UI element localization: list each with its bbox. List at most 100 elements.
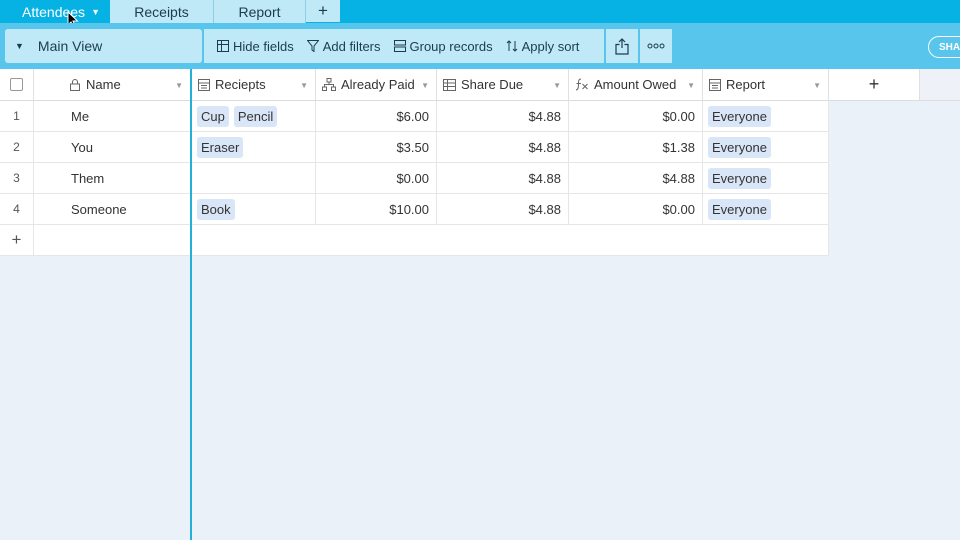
cell-report[interactable]: Everyone bbox=[703, 194, 829, 225]
column-header-name[interactable]: Name ▼ bbox=[34, 69, 191, 101]
share-button-label: SHA bbox=[939, 41, 960, 53]
linked-record-chip[interactable]: Everyone bbox=[708, 136, 771, 158]
tab-report[interactable]: Report bbox=[214, 0, 306, 23]
rollup-icon bbox=[322, 78, 336, 91]
grid-icon bbox=[217, 40, 229, 52]
cell-name-value: You bbox=[71, 139, 93, 155]
sort-icon bbox=[506, 40, 517, 52]
group-icon bbox=[393, 40, 406, 52]
add-record-row[interactable] bbox=[34, 225, 829, 256]
column-receipts-label: Reciepts bbox=[215, 77, 266, 92]
row-number[interactable]: 2 bbox=[0, 132, 34, 163]
add-table-button[interactable]: + bbox=[306, 0, 340, 22]
linked-record-chip[interactable]: Everyone bbox=[708, 105, 771, 127]
cell-name[interactable]: You bbox=[34, 132, 191, 163]
more-options-button[interactable] bbox=[640, 29, 672, 63]
chevron-down-icon[interactable]: ▼ bbox=[553, 81, 561, 90]
add-filters-button[interactable]: Add filters bbox=[306, 38, 381, 54]
cell-already-paid-value: $10.00 bbox=[389, 201, 429, 217]
cell-name-value: Someone bbox=[71, 201, 127, 217]
cell-name[interactable]: Them bbox=[34, 163, 191, 194]
lock-icon bbox=[70, 78, 80, 91]
more-icon bbox=[647, 43, 665, 49]
row-number-value: 4 bbox=[13, 202, 20, 216]
linked-record-chip[interactable]: Eraser bbox=[197, 136, 244, 158]
plus-icon: + bbox=[11, 230, 22, 249]
cell-share-due[interactable]: $4.88 bbox=[437, 132, 569, 163]
cell-share-due-value: $4.88 bbox=[528, 139, 561, 155]
chevron-down-icon[interactable]: ▼ bbox=[175, 81, 183, 90]
cell-already-paid[interactable]: $0.00 bbox=[316, 163, 437, 194]
cell-share-due[interactable]: $4.88 bbox=[437, 194, 569, 225]
column-header-amount-owed[interactable]: Amount Owed ▼ bbox=[569, 69, 703, 101]
view-tools: Hide fields Add filters Group records Ap… bbox=[204, 29, 604, 63]
column-report-label: Report bbox=[726, 77, 766, 92]
filter-icon bbox=[306, 40, 319, 52]
column-share-due-label: Share Due bbox=[461, 77, 524, 92]
lookup-icon bbox=[443, 78, 456, 91]
plus-icon: + bbox=[318, 1, 328, 20]
plus-icon: + bbox=[868, 74, 880, 94]
cell-amount-owed[interactable]: $1.38 bbox=[569, 132, 703, 163]
share-view-button[interactable] bbox=[606, 29, 638, 63]
column-amount-owed-label: Amount Owed bbox=[594, 77, 677, 92]
chevron-down-icon[interactable]: ▼ bbox=[687, 81, 695, 90]
cell-share-due[interactable]: $4.88 bbox=[437, 163, 569, 194]
group-records-button[interactable]: Group records bbox=[393, 38, 493, 54]
cell-receipts[interactable] bbox=[192, 163, 316, 194]
hide-fields-button[interactable]: Hide fields bbox=[217, 39, 294, 54]
cell-share-due[interactable]: $4.88 bbox=[437, 101, 569, 132]
cell-receipts[interactable]: Book bbox=[192, 194, 316, 225]
chevron-down-icon[interactable]: ▼ bbox=[300, 81, 308, 90]
cell-amount-owed-value: $0.00 bbox=[662, 201, 695, 217]
linked-record-chip[interactable]: Everyone bbox=[708, 167, 771, 189]
group-records-label: Group records bbox=[409, 38, 493, 54]
select-all-cell bbox=[0, 69, 34, 101]
column-header-receipts[interactable]: Reciepts ▼ bbox=[192, 69, 316, 101]
add-filters-label: Add filters bbox=[322, 38, 381, 54]
cell-already-paid[interactable]: $3.50 bbox=[316, 132, 437, 163]
cell-amount-owed[interactable]: $0.00 bbox=[569, 101, 703, 132]
cell-receipts[interactable]: Eraser bbox=[192, 132, 316, 163]
cell-report[interactable]: Everyone bbox=[703, 101, 829, 132]
add-record-button[interactable]: + bbox=[0, 225, 34, 256]
cell-amount-owed[interactable]: $4.88 bbox=[569, 163, 703, 194]
linked-record-chip[interactable]: Book bbox=[197, 198, 235, 220]
cell-receipts[interactable]: Cup Pencil bbox=[192, 101, 316, 132]
view-name: Main View bbox=[37, 38, 103, 54]
chevron-down-icon[interactable]: ▼ bbox=[421, 81, 429, 90]
cell-name[interactable]: Someone bbox=[34, 194, 191, 225]
chevron-down-icon[interactable]: ▼ bbox=[91, 7, 100, 17]
cell-already-paid[interactable]: $10.00 bbox=[316, 194, 437, 225]
row-number[interactable]: 4 bbox=[0, 194, 34, 225]
cell-amount-owed-value: $0.00 bbox=[662, 108, 695, 124]
linked-record-chip[interactable]: Everyone bbox=[708, 198, 771, 220]
cell-name[interactable]: Me bbox=[34, 101, 191, 132]
view-switcher[interactable]: ▼ Main View bbox=[5, 29, 202, 63]
select-all-checkbox[interactable] bbox=[10, 78, 23, 91]
cell-already-paid[interactable]: $6.00 bbox=[316, 101, 437, 132]
chevron-down-icon[interactable]: ▼ bbox=[813, 81, 821, 90]
tab-receipts-label: Receipts bbox=[134, 3, 189, 20]
apply-sort-button[interactable]: Apply sort bbox=[506, 39, 579, 54]
cell-report[interactable]: Everyone bbox=[703, 132, 829, 163]
link-field-icon bbox=[198, 78, 210, 91]
row-number-value: 3 bbox=[13, 171, 20, 185]
column-header-share-due[interactable]: Share Due ▼ bbox=[437, 69, 569, 101]
linked-record-chip[interactable]: Pencil bbox=[233, 105, 278, 127]
row-number[interactable]: 3 bbox=[0, 163, 34, 194]
frozen-column-divider[interactable] bbox=[190, 69, 192, 540]
cell-amount-owed[interactable]: $0.00 bbox=[569, 194, 703, 225]
cell-amount-owed-value: $4.88 bbox=[662, 170, 695, 186]
column-header-report[interactable]: Report ▼ bbox=[703, 69, 829, 101]
cell-report[interactable]: Everyone bbox=[703, 163, 829, 194]
share-button[interactable]: SHA bbox=[928, 36, 960, 58]
tab-attendees[interactable]: Attendees ▼ bbox=[12, 0, 110, 23]
cell-amount-owed-value: $1.38 bbox=[662, 139, 695, 155]
add-field-button[interactable]: + bbox=[829, 69, 920, 101]
row-number[interactable]: 1 bbox=[0, 101, 34, 132]
tab-receipts[interactable]: Receipts bbox=[110, 0, 214, 23]
cell-already-paid-value: $0.00 bbox=[396, 170, 429, 186]
linked-record-chip[interactable]: Cup bbox=[197, 105, 229, 127]
column-header-already-paid[interactable]: Already Paid ▼ bbox=[316, 69, 437, 101]
